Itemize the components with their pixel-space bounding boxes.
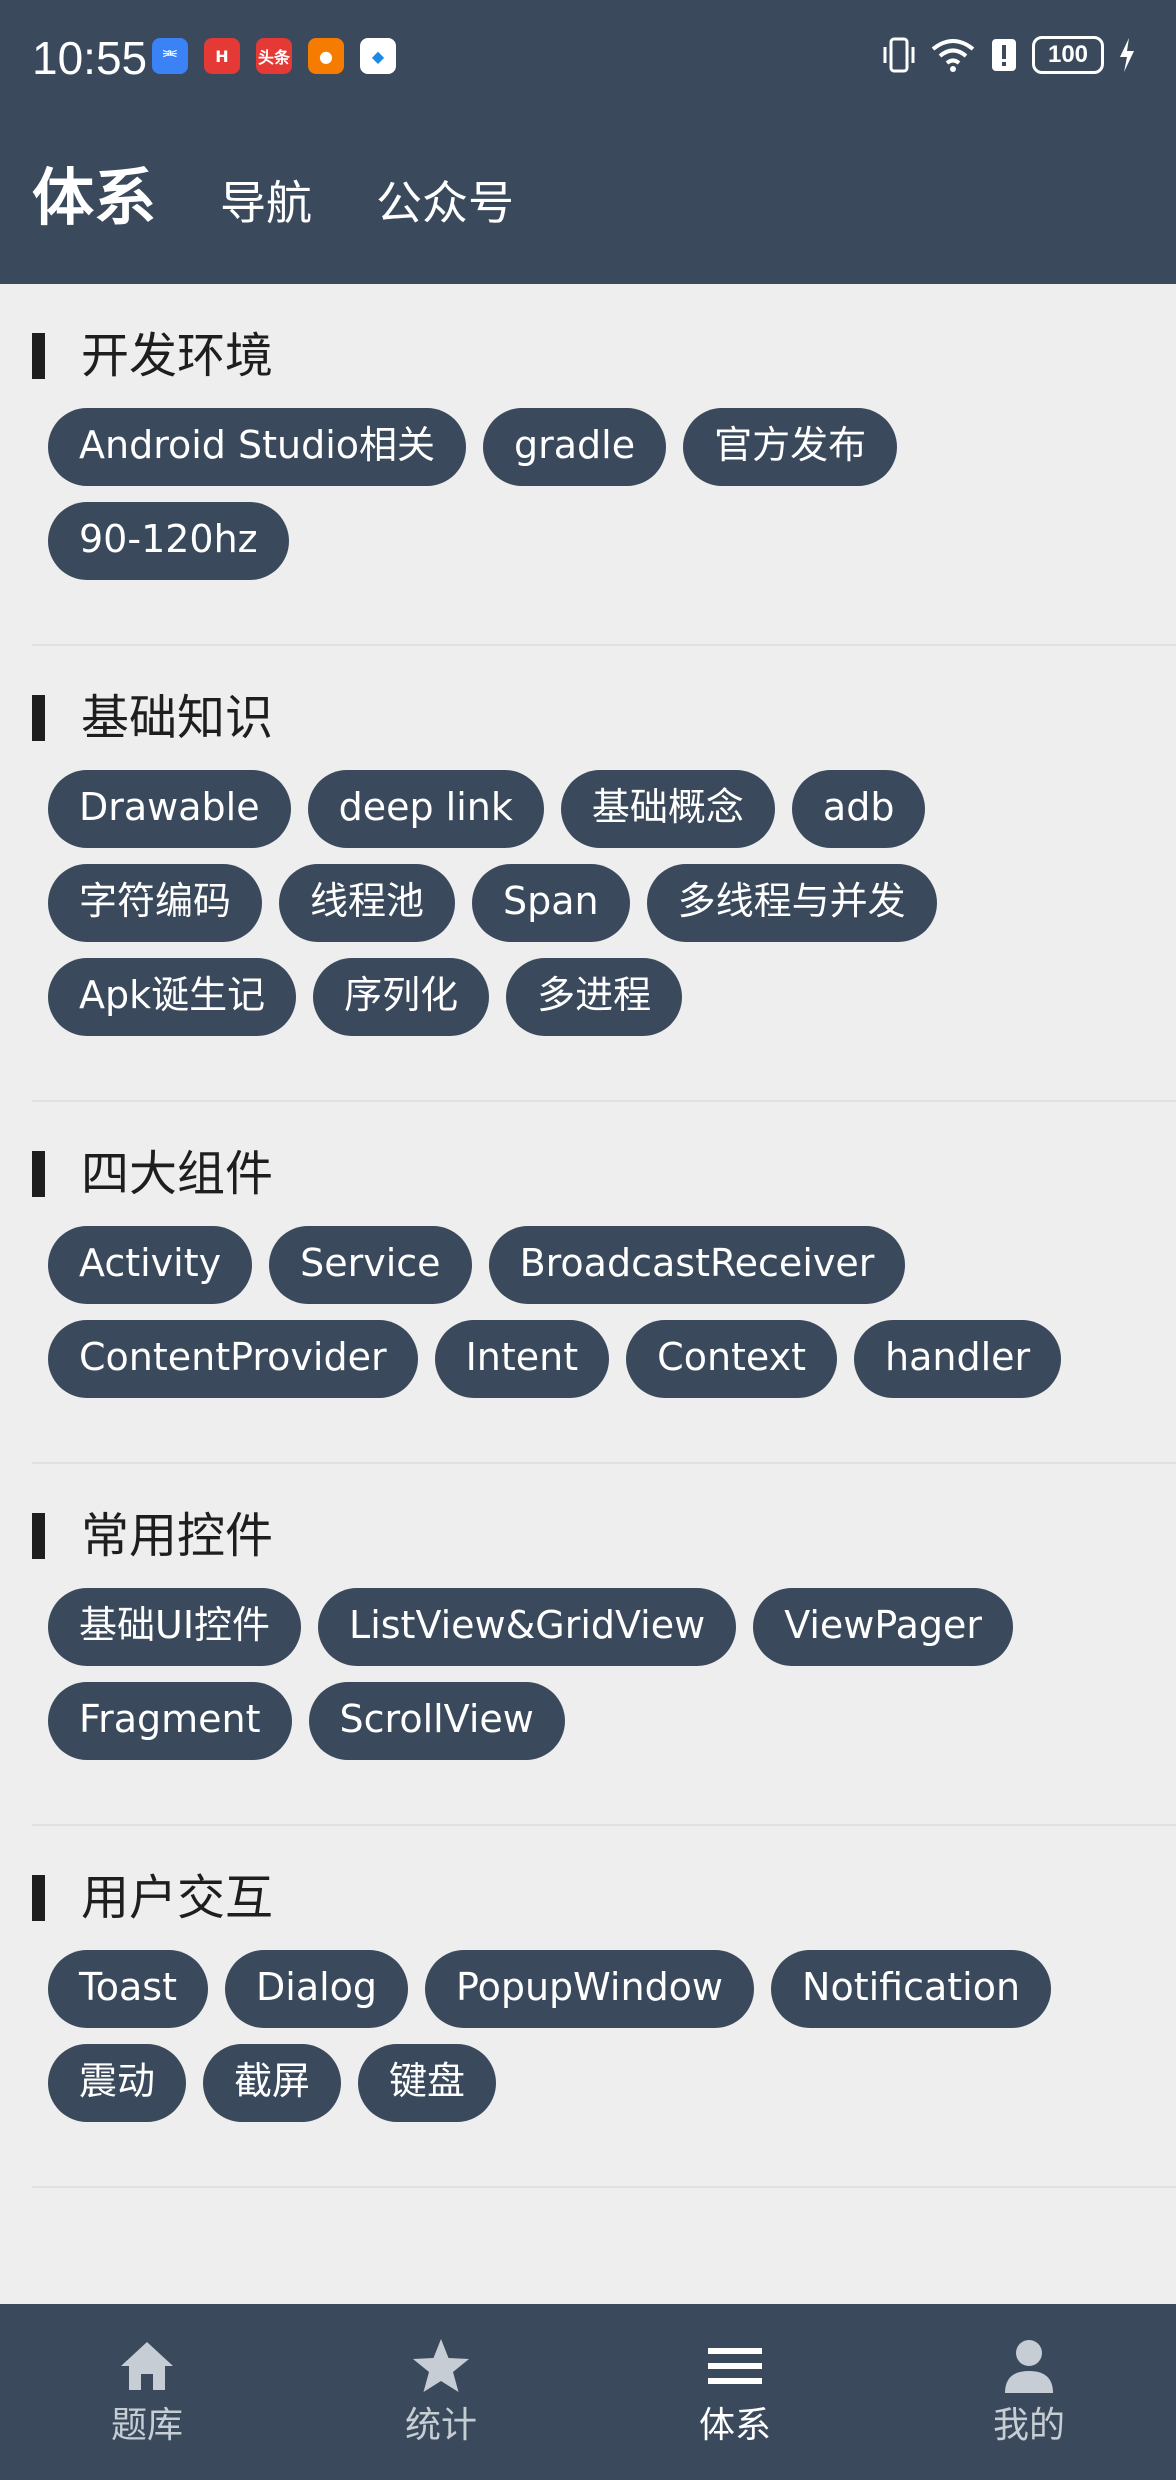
status-bar: 10:55 ⎃ H 头条 ● ◆ 100 [0,0,1176,120]
category-chip[interactable]: ScrollView [308,1682,565,1760]
section-accent-bar [32,1151,45,1197]
blue-app-icon: ◆ [360,38,396,74]
category-chip[interactable]: handler [854,1320,1062,1398]
chip-group: Drawable deep link 基础概念 adb 字符编码 线程池 Span 多线程与并… [32,770,1148,1052]
nav-item-2[interactable]: 体系 [588,2304,882,2480]
huawei-app-icon: H [204,38,240,74]
chip-group: Android Studio相关 gradle 官方发布 90-120hz [32,408,1148,596]
section-title: 基础知识 [81,690,274,746]
system-icons: 100 [882,36,1136,74]
section-accent-bar [32,695,45,741]
status-time: 10:55 [32,32,148,84]
category-section: 用户交互 Toast Dialog PopupWindow Notification 震动… [32,1826,1176,2188]
nav-label: 体系 [698,2405,771,2446]
toutiao-icon: 头条 [256,38,292,74]
category-chip[interactable]: 序列化 [313,958,490,1036]
tab-1[interactable]: 导航 [220,155,312,251]
section-header: 基础知识 [32,692,1176,744]
category-chip[interactable]: ListView&GridView [318,1588,737,1666]
category-chip[interactable]: deep link [307,770,544,848]
category-chip[interactable]: Service [269,1226,472,1304]
section-header: 用户交互 [32,1872,1176,1924]
system-categories-list: 开发环境 Android Studio相关 gradle 官方发布 90-120hz 基础… [0,284,1176,2304]
category-chip[interactable]: BroadcastReceiver [488,1226,906,1304]
category-chip[interactable]: 截屏 [203,2044,342,2122]
section-accent-bar [32,1513,45,1559]
chip-group: Toast Dialog PopupWindow Notification 震动 截屏 键盘 [32,1950,1148,2138]
section-title: 常用控件 [81,1508,274,1564]
category-section: 常用控件基础UI控件 ListView&GridView ViewPager Frag… [32,1464,1176,1826]
category-chip[interactable]: Notification [771,1950,1052,2028]
section-title: 开发环境 [81,328,274,384]
section-header: 四大组件 [32,1148,1176,1200]
category-chip[interactable]: 基础UI控件 [48,1588,302,1666]
chip-group: 基础UI控件 ListView&GridView ViewPager Fragment… [32,1588,1148,1776]
category-chip[interactable]: 多进程 [506,958,683,1036]
category-chip[interactable]: gradle [483,408,667,486]
app-header: 10:55 ⎃ H 头条 ● ◆ 100 体系 导航 公众号 [0,0,1176,284]
menu-icon [703,2334,767,2398]
category-chip[interactable]: 键盘 [358,2044,497,2122]
alert-icon [990,37,1018,73]
nav-item-0[interactable]: 题库 [0,2304,294,2480]
category-section: 基础知识 Drawable deep link 基础概念 adb 字符编码 线程池 Span 多… [32,646,1176,1102]
home-icon [115,2334,179,2398]
section-header: 开发环境 [32,330,1176,382]
star-icon [409,2334,473,2398]
nav-label: 题库 [110,2405,183,2446]
category-chip[interactable]: 字符编码 [48,864,263,942]
orange-app-icon: ● [308,38,344,74]
section-accent-bar [32,333,45,379]
category-chip[interactable]: 震动 [48,2044,187,2122]
category-chip[interactable]: ContentProvider [48,1320,418,1398]
category-chip[interactable]: Intent [434,1320,610,1398]
battery-indicator: 100 [1032,36,1104,74]
section-header: 常用控件 [32,1510,1176,1562]
chip-group: Activity Service BroadcastReceiver ContentP… [32,1226,1148,1414]
category-chip[interactable]: Context [626,1320,838,1398]
bottom-navigation: 题库 统计 体系 我的 [0,2304,1176,2480]
category-chip[interactable]: 线程池 [279,864,456,942]
category-section: 开发环境 Android Studio相关 gradle 官方发布 90-120hz [32,284,1176,646]
category-chip[interactable]: 基础概念 [560,770,775,848]
nav-label: 统计 [404,2405,477,2446]
category-chip[interactable]: Fragment [48,1682,292,1760]
section-accent-bar [32,1875,45,1921]
section-title: 用户交互 [81,1870,274,1926]
wifi-icon [930,37,976,73]
person-icon [997,2334,1061,2398]
category-chip[interactable]: PopupWindow [425,1950,755,2028]
category-chip[interactable]: Dialog [225,1950,409,2028]
category-chip[interactable]: ViewPager [753,1588,1013,1666]
notification-icons: ⎃ H 头条 ● ◆ [152,38,396,74]
category-chip[interactable]: Span [472,864,630,942]
category-chip[interactable]: Apk诞生记 [48,958,297,1036]
tab-0[interactable]: 体系 [32,150,156,246]
nav-item-3[interactable]: 我的 [882,2304,1176,2480]
section-title: 四大组件 [81,1146,274,1202]
category-chip[interactable]: adb [791,770,926,848]
nav-item-1[interactable]: 统计 [294,2304,588,2480]
usb-icon: ⎃ [152,38,188,74]
charging-icon [1118,37,1136,73]
category-chip[interactable]: Android Studio相关 [48,408,467,486]
nav-label: 我的 [992,2405,1065,2446]
top-tabs: 体系 导航 公众号 [32,150,578,251]
vibrate-icon [882,37,916,73]
tab-2[interactable]: 公众号 [376,155,514,251]
category-chip[interactable]: 官方发布 [683,408,898,486]
category-chip[interactable]: Toast [48,1950,208,2028]
category-chip[interactable]: Activity [48,1226,253,1304]
category-chip[interactable]: Drawable [48,770,291,848]
category-chip[interactable]: 90-120hz [48,502,289,580]
category-chip[interactable]: 多线程与并发 [646,864,937,942]
category-section: 四大组件 Activity Service BroadcastReceiver Cont… [32,1102,1176,1464]
